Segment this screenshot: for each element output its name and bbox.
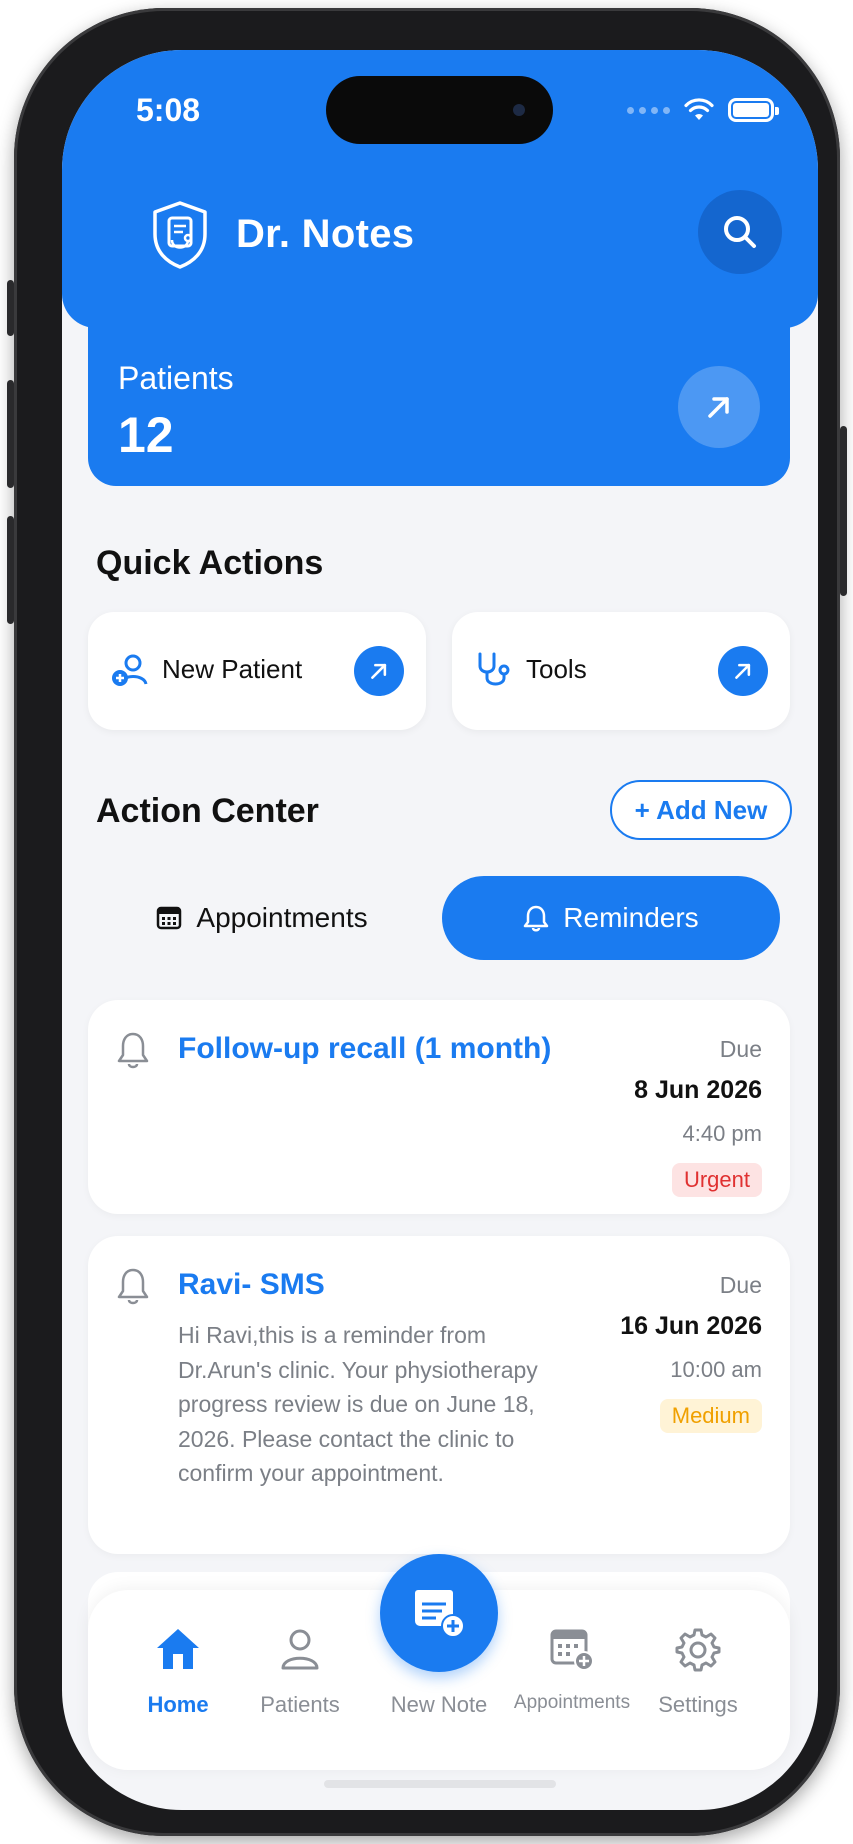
phone-frame: 5:08 Dr. Notes Patients 12 Quick Actions… — [7, 8, 847, 1836]
status-time: 5:08 — [136, 92, 201, 128]
quick-action-tools[interactable]: Tools — [452, 612, 790, 730]
calendar-add-icon — [550, 1629, 594, 1671]
quick-actions-title: Quick Actions — [96, 544, 324, 582]
signal-icon — [627, 106, 670, 114]
bell-icon — [117, 1268, 149, 1305]
tab-reminders[interactable]: Reminders — [442, 876, 780, 960]
camera-dot — [513, 104, 525, 116]
due-time: 4:40 pm — [682, 1121, 763, 1146]
bell-icon — [524, 905, 549, 932]
reminder-card[interactable]: Ravi- SMS Hi Ravi,this is a reminder fro… — [88, 1236, 790, 1554]
quick-action-label: New Patient — [162, 654, 303, 684]
nav-label: Patients — [260, 1692, 340, 1717]
action-center-title: Action Center — [96, 792, 319, 830]
new-note-button[interactable] — [380, 1554, 498, 1672]
patients-count: 12 — [118, 407, 174, 463]
arrow-up-right-icon — [708, 397, 729, 418]
priority-badge: Urgent — [671, 1163, 762, 1197]
due-label: Due — [719, 1272, 762, 1298]
shield-stethoscope-icon — [153, 201, 207, 269]
reminder-meta: Due 8 Jun 2026 4:40 pm Urgent — [634, 1036, 762, 1197]
add-user-icon — [112, 654, 148, 686]
reminder-title: Follow-up recall (1 month) — [178, 1032, 552, 1065]
priority-badge: Medium — [659, 1399, 762, 1433]
wifi-icon — [684, 98, 714, 120]
tab-label: Reminders — [563, 902, 699, 933]
app-header: 5:08 Dr. Notes — [62, 50, 818, 328]
reminder-card[interactable]: Follow-up recall (1 month) Due 8 Jun 202… — [88, 1000, 790, 1214]
add-new-button[interactable]: + Add New — [610, 780, 792, 840]
new-patient-arrow-button[interactable] — [354, 646, 404, 696]
status-icons — [627, 98, 779, 122]
side-button-volume-down — [7, 516, 14, 624]
due-label: Due — [719, 1036, 762, 1062]
nav-patients[interactable]: Patients — [240, 1624, 360, 1718]
side-button-volume-up — [7, 380, 14, 488]
due-time: 10:00 am — [670, 1357, 762, 1382]
side-button-power — [840, 426, 847, 596]
home-icon — [157, 1629, 199, 1669]
tab-label: Appointments — [196, 902, 368, 933]
reminder-title: Ravi- SMS — [178, 1268, 325, 1301]
side-button-action — [7, 280, 14, 336]
search-icon — [724, 216, 756, 248]
nav-appointments[interactable]: Appointments — [512, 1624, 632, 1714]
bell-icon — [117, 1032, 149, 1069]
quick-action-new-patient[interactable]: New Patient — [88, 612, 426, 730]
search-button[interactable] — [698, 190, 782, 274]
nav-label: New Note — [390, 1692, 488, 1717]
user-icon — [281, 1629, 319, 1670]
reminder-message: Hi Ravi,this is a reminder from Dr.Arun'… — [178, 1322, 538, 1486]
stethoscope-icon — [478, 652, 510, 686]
new-note-icon — [415, 1590, 465, 1638]
nav-label: Appointments — [513, 1692, 631, 1713]
reminder-meta: Due 16 Jun 2026 10:00 am Medium — [620, 1272, 762, 1433]
nav-label: Home — [147, 1692, 209, 1717]
tab-appointments[interactable]: Appointments — [112, 876, 412, 960]
nav-label: Settings — [658, 1692, 738, 1717]
due-date: 16 Jun 2026 — [620, 1312, 762, 1340]
arrow-up-right-icon — [735, 663, 751, 679]
nav-home[interactable]: Home — [118, 1624, 238, 1718]
gear-icon — [675, 1628, 721, 1672]
screen: 5:08 Dr. Notes Patients 12 Quick Actions… — [62, 50, 818, 1810]
arrow-up-right-icon — [371, 663, 387, 679]
quick-action-label: Tools — [526, 654, 587, 684]
patients-open-button[interactable] — [678, 366, 760, 448]
app-title: Dr. Notes — [236, 212, 415, 256]
battery-icon — [728, 98, 779, 122]
home-indicator — [324, 1780, 556, 1788]
nav-settings[interactable]: Settings — [638, 1624, 758, 1718]
dynamic-island — [326, 76, 553, 144]
tools-arrow-button[interactable] — [718, 646, 768, 696]
patients-summary-card[interactable]: Patients 12 — [88, 314, 790, 486]
calendar-icon — [157, 906, 182, 930]
patients-label: Patients — [118, 360, 234, 396]
due-date: 8 Jun 2026 — [634, 1076, 762, 1104]
